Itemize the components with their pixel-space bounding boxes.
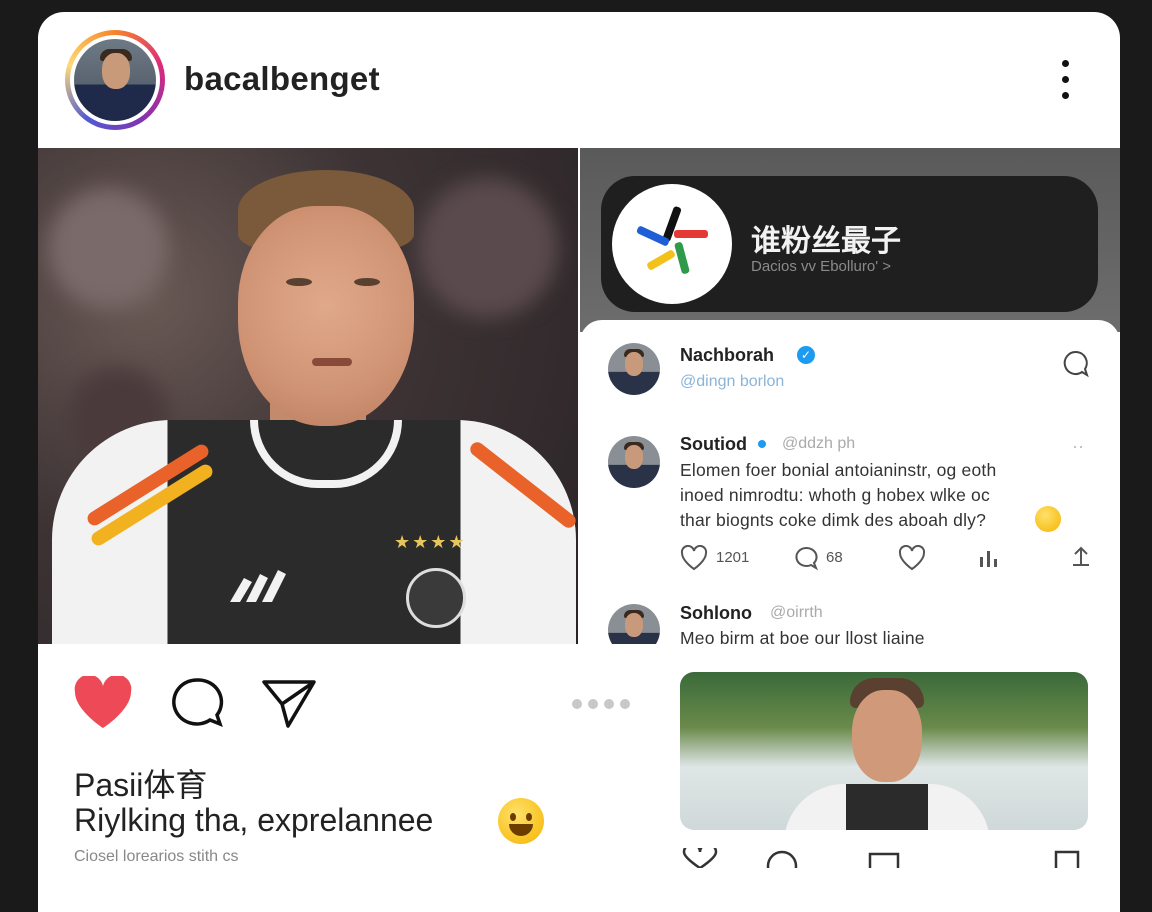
player-face bbox=[852, 690, 922, 782]
feed-user-handle[interactable]: @ddzh ph bbox=[782, 435, 855, 453]
calendar-icon[interactable] bbox=[866, 848, 902, 868]
feed-user-name[interactable]: Sohlono bbox=[680, 603, 752, 624]
comment-count: 68 bbox=[826, 549, 843, 566]
bg-blur bbox=[418, 178, 558, 318]
avatar[interactable] bbox=[608, 343, 660, 395]
avatar bbox=[74, 39, 156, 121]
share-icon[interactable] bbox=[1068, 545, 1094, 571]
post-text-line: Elomen foer bonial antoianinstr, og eoth bbox=[680, 460, 997, 480]
thumbnail-photo[interactable] bbox=[680, 672, 1088, 830]
brand-logo-icon bbox=[230, 570, 286, 602]
feed-user-handle[interactable]: @dingn borlon bbox=[680, 373, 784, 391]
send-icon[interactable] bbox=[260, 676, 318, 730]
eye bbox=[354, 278, 380, 286]
feed-user-name[interactable]: Soutiod bbox=[680, 434, 747, 455]
feed-user-handle[interactable]: @oirrth bbox=[770, 604, 823, 622]
post-text-line: inoed nimrodtu: whoth g hobex wlke oc bbox=[680, 485, 990, 505]
feed-panel bbox=[580, 320, 1120, 642]
comment-icon[interactable] bbox=[764, 848, 800, 868]
caption-line: Riylking tha, exprelannee bbox=[74, 802, 434, 838]
player-face bbox=[238, 206, 414, 426]
avatar-frame bbox=[70, 35, 160, 125]
comment-icon[interactable] bbox=[1060, 348, 1092, 380]
post-text-line: thar biognts coke dimk des aboah dly? bbox=[680, 510, 987, 530]
stars: ★★★★ bbox=[394, 532, 467, 552]
more-vertical-icon[interactable] bbox=[1058, 60, 1072, 104]
more-icon[interactable]: ·· bbox=[1072, 436, 1084, 457]
story-avatar[interactable] bbox=[65, 30, 165, 130]
mouth bbox=[312, 358, 352, 366]
avatar-face bbox=[102, 53, 130, 89]
promo-subtitle[interactable]: Dacios vv Ebolluro' > bbox=[751, 258, 891, 275]
heart-icon[interactable] bbox=[680, 848, 720, 868]
main-photo[interactable]: ★★★★ bbox=[38, 148, 578, 644]
bg-blur bbox=[48, 188, 168, 308]
promo-title: 谁粉丝最子 bbox=[751, 225, 901, 258]
like-count: 1201 bbox=[716, 549, 750, 566]
pinwheel-svg bbox=[636, 206, 708, 274]
verified-icon bbox=[758, 440, 766, 448]
caption-line: Pasii体育 bbox=[74, 767, 208, 803]
heart-icon[interactable] bbox=[73, 676, 133, 730]
username[interactable]: bacalbenget bbox=[184, 60, 380, 98]
pinwheel-logo-icon bbox=[612, 184, 732, 304]
player-jersey bbox=[784, 784, 990, 830]
bookmark-icon[interactable] bbox=[1052, 848, 1082, 868]
stats-icon[interactable] bbox=[976, 545, 1002, 571]
carousel-indicator bbox=[572, 696, 636, 714]
feed-user-name[interactable]: Nachborah bbox=[680, 345, 774, 366]
caption-line: Ciosel lorearios stith cs bbox=[74, 848, 239, 865]
emoji-icon bbox=[498, 798, 544, 844]
avatar[interactable] bbox=[608, 436, 660, 488]
verified-icon: ✓ bbox=[797, 346, 815, 364]
comment-icon[interactable] bbox=[792, 545, 820, 571]
eye bbox=[286, 278, 312, 286]
emoji-icon bbox=[1035, 506, 1061, 532]
crest-icon bbox=[406, 568, 466, 628]
heart-icon[interactable] bbox=[680, 545, 708, 571]
comment-icon[interactable] bbox=[171, 676, 225, 730]
heart-icon[interactable] bbox=[898, 545, 926, 571]
